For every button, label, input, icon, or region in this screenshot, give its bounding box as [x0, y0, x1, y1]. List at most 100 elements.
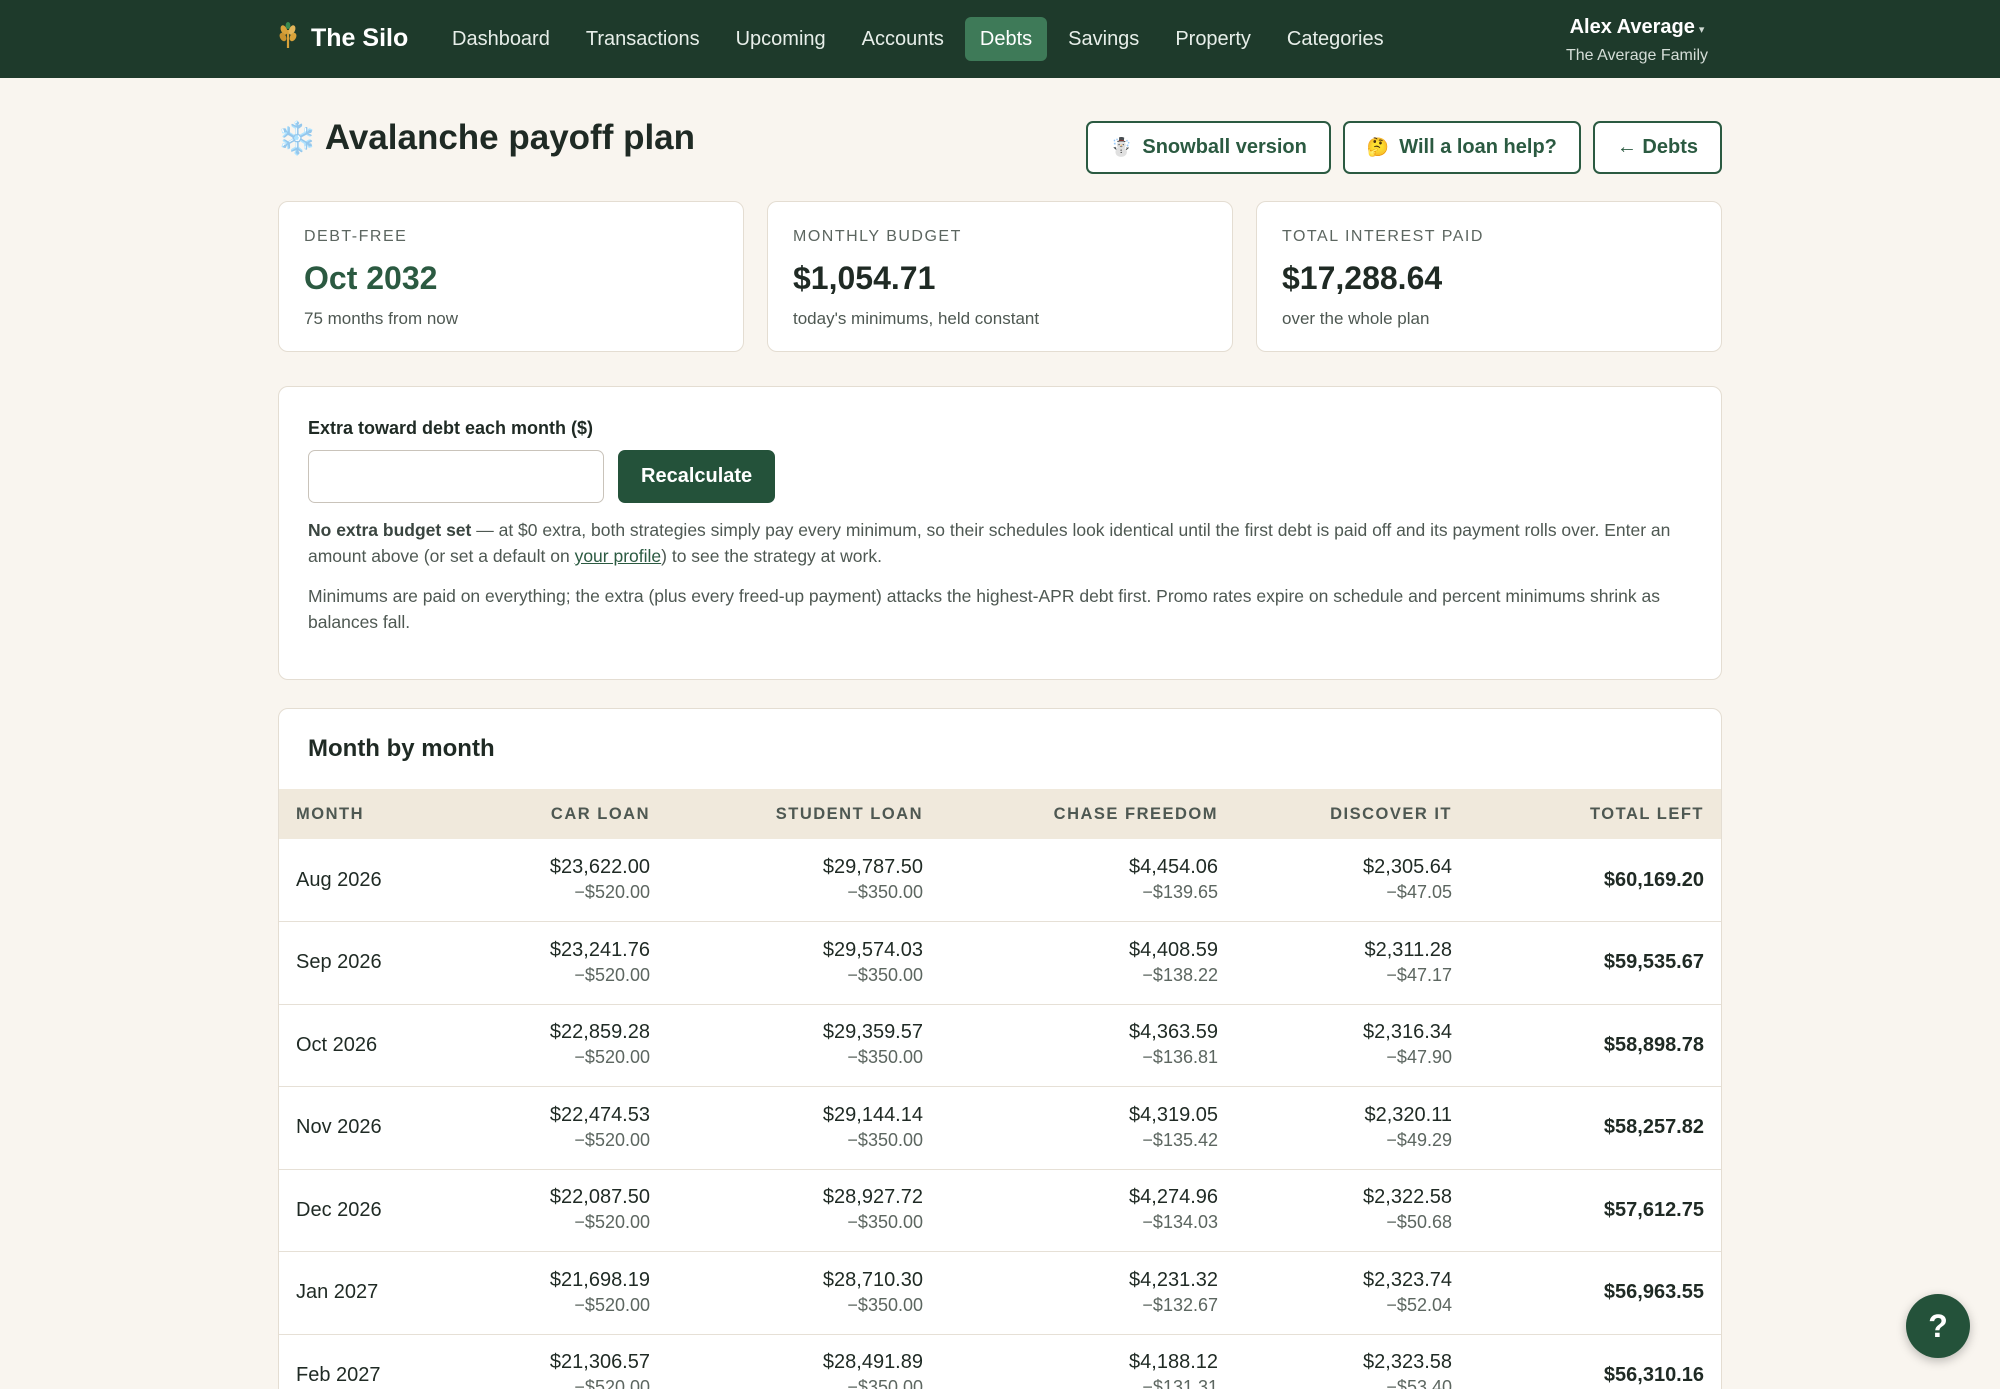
nav-item-debts[interactable]: Debts — [964, 17, 1048, 61]
cell-balance: $28,710.30 — [822, 1268, 923, 1291]
table-row: Feb 2027 $21,306.57 −$520.00 $28,491.89 −$35… — [279, 1334, 1721, 1389]
cell-balance: $2,311.28 — [1364, 938, 1453, 961]
cell-balance: $2,316.34 — [1363, 1021, 1452, 1044]
cell-discover: $2,323.58 −$53.40 — [1235, 1334, 1469, 1389]
cell-balance: $22,474.53 — [549, 1103, 650, 1126]
cell-balance: $29,574.03 — [822, 938, 923, 961]
table-row: Dec 2026 $22,087.50 −$520.00 $28,927.72 −$35… — [279, 1169, 1721, 1252]
total-interest-card: TOTAL INTEREST PAID $17,288.64 over the … — [1256, 201, 1722, 352]
cell-balance: $2,323.58 — [1363, 1351, 1452, 1374]
cell-month: Oct 2026 — [296, 1033, 378, 1056]
cell-payment: −$138.22 — [1142, 964, 1218, 985]
cell-month: Feb 2027 — [296, 1363, 381, 1386]
monthly-budget-label: MONTHLY BUDGET — [793, 228, 962, 245]
no-extra-note-text: — at $0 extra, both strategies simply pa… — [308, 520, 1671, 566]
cell-total-left: $57,612.75 — [1603, 1198, 1704, 1221]
table-body: Aug 2026 $23,622.00 −$520.00 $29,787.50 −$35… — [279, 839, 1721, 1389]
page-title-text: Avalanche payoff plan — [324, 118, 696, 157]
cell-payment: −$520.00 — [574, 1129, 650, 1150]
cell-payment: −$132.67 — [1142, 1294, 1218, 1315]
cell-payment: −$47.90 — [1386, 1047, 1452, 1068]
cell-chase: $4,319.05 −$135.42 — [940, 1087, 1235, 1170]
cell-balance: $2,323.74 — [1363, 1268, 1452, 1291]
cell-balance: $4,319.05 — [1129, 1103, 1218, 1126]
cell-balance: $2,305.64 — [1363, 856, 1452, 878]
no-extra-note-tail: ) to see the strategy at work. — [661, 546, 882, 566]
cell-balance: $4,231.32 — [1129, 1268, 1218, 1291]
cell-student: $28,491.89 −$350.00 — [667, 1334, 940, 1389]
monthly-budget-value: $1,054.71 — [793, 260, 936, 296]
table-row: Sep 2026 $23,241.76 −$520.00 $29,574.03 −$35… — [279, 922, 1721, 1005]
cell-student: $29,359.57 −$350.00 — [667, 1004, 940, 1087]
cell-balance: $4,363.59 — [1129, 1021, 1218, 1044]
cell-payment: −$139.65 — [1142, 882, 1218, 902]
cell-payment: −$520.00 — [574, 1047, 650, 1068]
cell-chase: $4,408.59 −$138.22 — [940, 922, 1235, 1005]
cell-balance: $29,359.57 — [822, 1021, 923, 1044]
snowball-version-label: Snowball version — [1142, 136, 1307, 158]
nav-item-upcoming[interactable]: Upcoming — [721, 17, 841, 61]
user-menu[interactable]: Alex Average ▾ The Average Family — [1566, 16, 1708, 65]
cell-payment: −$520.00 — [574, 1377, 650, 1389]
question-icon: ? — [1928, 1307, 1948, 1344]
cell-payment: −$136.81 — [1142, 1047, 1218, 1068]
cell-payment: −$49.29 — [1386, 1129, 1452, 1150]
cell-payment: −$350.00 — [847, 1212, 923, 1233]
snowman-icon: ☃️ — [1109, 137, 1133, 157]
table-row: Oct 2026 $22,859.28 −$520.00 $29,359.57 −$35… — [279, 1004, 1721, 1087]
cell-payment: −$350.00 — [847, 964, 923, 985]
month-by-month-card: Month by month MONTH CAR LOAN STUDENT LO… — [278, 708, 1722, 1389]
user-name: Alex Average — [1569, 16, 1695, 38]
extra-budget-input[interactable] — [308, 450, 604, 503]
nav-item-categories[interactable]: Categories — [1272, 17, 1399, 61]
cell-payment: −$47.17 — [1386, 964, 1452, 985]
cell-balance: $22,859.28 — [549, 1021, 650, 1044]
cell-student: $29,574.03 −$350.00 — [667, 922, 940, 1005]
nav-item-dashboard[interactable]: Dashboard — [437, 17, 565, 61]
cell-month: Nov 2026 — [296, 1116, 382, 1139]
cell-student: $29,144.14 −$350.00 — [667, 1087, 940, 1170]
cell-balance: $29,787.50 — [822, 856, 923, 878]
cell-payment: −$47.05 — [1386, 882, 1452, 902]
cell-month: Sep 2026 — [296, 951, 382, 974]
recalculate-button[interactable]: Recalculate — [618, 450, 776, 503]
cell-payment: −$350.00 — [847, 1047, 923, 1068]
debt-free-sub: 75 months from now — [304, 309, 459, 328]
cell-student: $29,787.50 −$350.00 — [667, 839, 940, 922]
brand-logo[interactable]: The Silo — [277, 20, 408, 56]
cell-car: $22,474.53 −$520.00 — [464, 1087, 667, 1170]
cell-balance: $4,188.12 — [1129, 1351, 1218, 1374]
back-to-debts-label: ← Debts — [1616, 136, 1698, 158]
cell-discover: $2,311.28 −$47.17 — [1235, 922, 1469, 1005]
nav-item-transactions[interactable]: Transactions — [571, 17, 715, 61]
cell-payment: −$50.68 — [1386, 1212, 1452, 1233]
snowflake-icon: ❄️ — [277, 120, 317, 156]
cell-payment: −$350.00 — [847, 1294, 923, 1315]
cell-payment: −$131.31 — [1142, 1377, 1218, 1389]
cell-payment: −$135.42 — [1142, 1129, 1218, 1150]
main-nav: Dashboard Transactions Upcoming Accounts… — [437, 17, 1405, 61]
table-row: Nov 2026 $22,474.53 −$520.00 $29,144.14 −$35… — [279, 1087, 1721, 1170]
cell-total-left: $59,535.67 — [1603, 951, 1704, 974]
cell-student: $28,710.30 −$350.00 — [667, 1252, 940, 1335]
loan-help-button[interactable]: 🤔 Will a loan help? — [1342, 121, 1581, 174]
back-to-debts-button[interactable]: ← Debts — [1592, 121, 1722, 174]
nav-item-property[interactable]: Property — [1160, 17, 1266, 61]
header-total-left: TOTAL LEFT — [1590, 804, 1704, 823]
nav-item-accounts[interactable]: Accounts — [847, 17, 959, 61]
header-chase-freedom: CHASE FREEDOM — [1053, 804, 1218, 823]
cell-discover: $2,322.58 −$50.68 — [1235, 1169, 1469, 1252]
snowball-version-button[interactable]: ☃️ Snowball version — [1085, 121, 1331, 174]
chevron-down-icon: ▾ — [1698, 24, 1705, 36]
loan-help-label: Will a loan help? — [1399, 136, 1557, 158]
debt-free-value: Oct 2032 — [304, 260, 438, 296]
table-row: Aug 2026 $23,622.00 −$520.00 $29,787.50 −$35… — [279, 839, 1721, 922]
cell-payment: −$53.40 — [1386, 1377, 1452, 1389]
cell-balance: $4,454.06 — [1129, 856, 1218, 878]
cell-total-left: $56,310.16 — [1603, 1363, 1704, 1386]
cell-month: Jan 2027 — [296, 1281, 379, 1304]
profile-link[interactable]: your profile — [575, 546, 662, 566]
help-button[interactable]: ? — [1906, 1294, 1970, 1358]
nav-item-savings[interactable]: Savings — [1053, 17, 1154, 61]
cell-total-left: $58,257.82 — [1603, 1116, 1704, 1139]
